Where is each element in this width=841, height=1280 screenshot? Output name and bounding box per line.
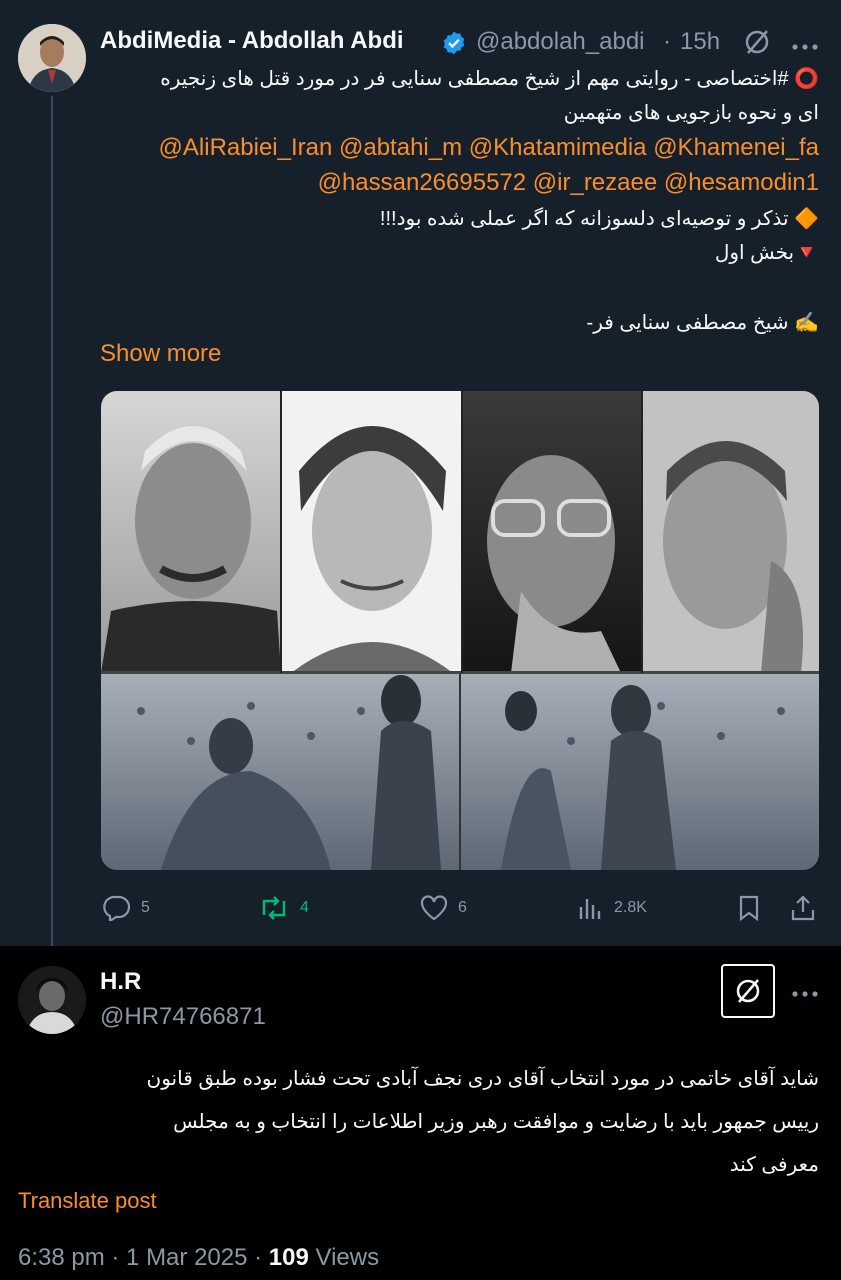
reply-more-options-icon[interactable] [791, 985, 819, 997]
mentions-line-2[interactable]: @hassan26695572 @ir_rezaee @hesamodin1 [100, 166, 819, 200]
post-time[interactable]: 15h [680, 28, 720, 56]
reply-metadata: 6:38 pm · 1 Mar 2025 · 109 Views [18, 1244, 379, 1272]
reply-timestamp[interactable]: 6:38 pm · 1 Mar 2025 · [18, 1244, 269, 1271]
repost-button[interactable]: 4 [258, 895, 309, 921]
reply-views-label: Views [308, 1244, 380, 1271]
reply-button[interactable]: 5 [103, 895, 150, 921]
bookmark-icon[interactable] [737, 895, 761, 926]
reply-icon [103, 895, 131, 921]
thread-connector [51, 96, 53, 956]
tweet-media[interactable] [101, 391, 819, 870]
mentions-line-1[interactable]: @AliRabiei_Iran @abtahi_m @Khatamimedia … [100, 131, 819, 165]
show-more-link[interactable]: Show more [100, 340, 221, 368]
bullet-note: 🔶 تذکر و توصیه‌ای دلسوزانه که اگر عملی ش… [379, 208, 819, 230]
like-count: 6 [458, 899, 467, 916]
like-button[interactable]: 6 [420, 895, 467, 921]
views-count: 2.8K [614, 899, 647, 916]
views-button[interactable]: 2.8K [578, 895, 647, 921]
tweet-text-line-2: ای و نحوه بازجویی های متهمین [563, 102, 819, 124]
translate-post-link[interactable]: Translate post [18, 1188, 157, 1214]
repost-icon [262, 896, 286, 920]
tweet-title-1: ⭕️ #اختصاصی - روایتی مهم از شیخ مصطفی سن… [160, 68, 819, 90]
reply-text-line-1: شاید آقای خاتمی در مورد انتخاب آقای دری … [146, 1068, 819, 1090]
grok-icon [736, 979, 760, 1003]
analytics-icon [579, 899, 601, 919]
grok-button[interactable] [721, 964, 775, 1018]
reply-views-count: 109 [268, 1244, 309, 1271]
reply-author-name[interactable]: H.R [100, 968, 141, 996]
grok-icon[interactable] [742, 27, 772, 57]
reply-avatar[interactable] [18, 966, 86, 1034]
repost-count: 4 [300, 899, 309, 916]
bullet-part: 🔻بخش اول [714, 242, 819, 264]
tweet-text-line-1: ⭕️ #اختصاصی - روایتی مهم از شیخ مصطفی سن… [100, 62, 819, 96]
time-separator: · [663, 28, 671, 55]
reply-count: 5 [141, 899, 150, 916]
share-icon[interactable] [790, 894, 816, 927]
reply-author-handle[interactable]: @HR74766871 [100, 1003, 266, 1031]
verified-badge-icon [441, 30, 467, 56]
author-name[interactable]: AbdiMedia - Abdollah Abdi [100, 27, 404, 55]
signature-line: ✍️ شیخ مصطفی سنایی فر- [586, 312, 819, 334]
author-handle[interactable]: @abdolah_abdi [476, 28, 645, 56]
more-options-icon[interactable] [791, 38, 819, 50]
author-avatar[interactable] [18, 24, 86, 92]
reply-text-line-2: رییس جمهور باید با رضایت و موافقت رهبر و… [173, 1111, 819, 1133]
reply-text-line-3: معرفی کند [729, 1154, 819, 1176]
heart-icon [420, 895, 448, 921]
